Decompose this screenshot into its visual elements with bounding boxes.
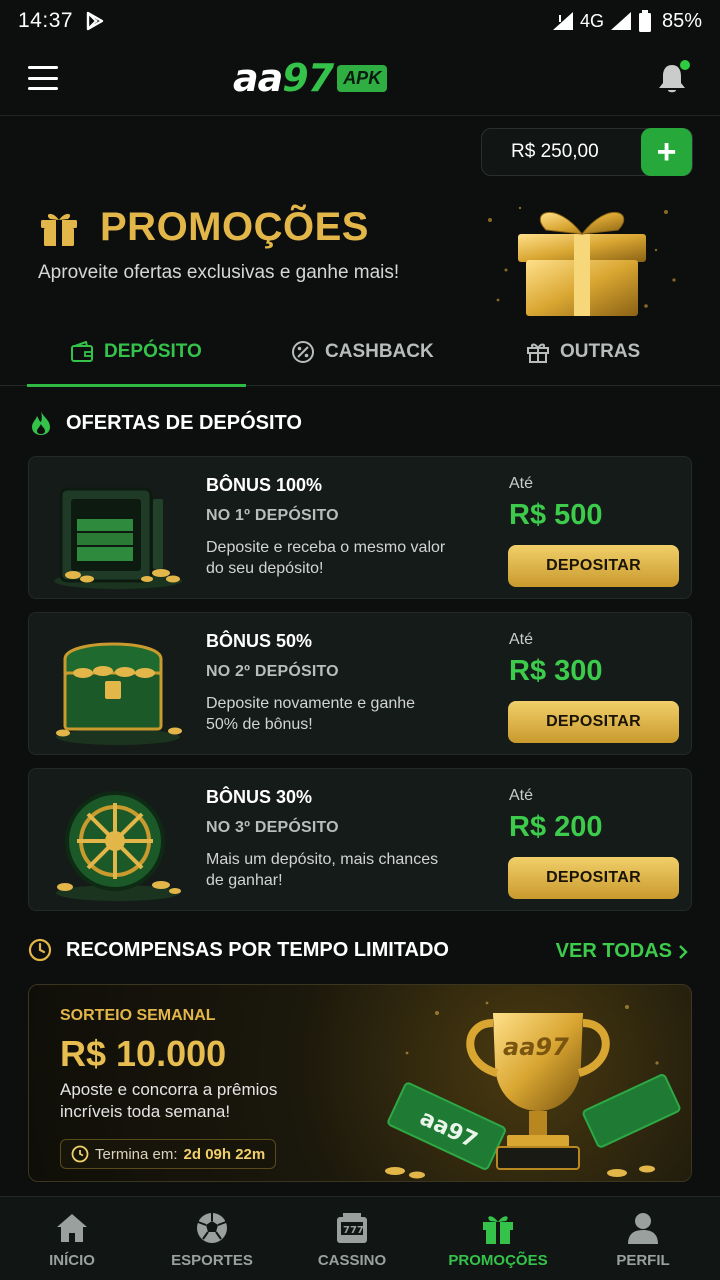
menu-button[interactable]	[28, 66, 58, 90]
tab-outras[interactable]: OUTRAS	[526, 318, 640, 386]
vault-wheel-image	[56, 791, 181, 901]
nav-label: PERFIL	[616, 1252, 670, 1269]
offer-upto-label: Até	[509, 631, 534, 648]
balance-amount: R$ 250,00	[511, 141, 599, 162]
menu-bar	[28, 66, 58, 69]
see-all-link[interactable]: VER TODAS	[556, 940, 688, 963]
nav-item-perfil[interactable]: PERFIL	[571, 1197, 715, 1280]
app-header: aa97 APK	[0, 42, 720, 116]
deposit-offers-heading: OFERTAS DE DEPÓSITO	[30, 410, 302, 436]
offer-title: BÔNUS 50%	[206, 631, 313, 651]
deposit-offer-card[interactable]: BÔNUS 100% NO 1º DEPÓSITO Deposite e rec…	[28, 456, 692, 599]
deposit-button[interactable]: DEPOSITAR	[508, 701, 679, 743]
logo-text-a: aa	[233, 56, 283, 100]
battery-icon	[638, 10, 651, 32]
safe-with-money-image	[54, 487, 182, 589]
weekly-draw-banner[interactable]: SORTEIO SEMANAL R$ 10.000 Aposte e conco…	[28, 984, 692, 1182]
page-title: PROMOÇÕES	[100, 205, 369, 249]
status-time: 14:37	[18, 9, 74, 32]
banner-label: SORTEIO SEMANAL	[60, 1007, 216, 1024]
signal-icon	[552, 12, 573, 30]
chevron-right-icon	[679, 944, 688, 959]
offer-description: Deposite novamente e ganhe 50% de bônus!	[206, 695, 416, 733]
home-icon	[57, 1214, 87, 1242]
tab-cashback[interactable]: CASHBACK	[291, 318, 434, 386]
trophy-text: aa97	[503, 1033, 569, 1061]
page-subtitle: Aproveite ofertas exclusivas e ganhe mai…	[38, 262, 400, 283]
notification-dot	[680, 60, 690, 70]
offer-subtitle: NO 3º DEPÓSITO	[206, 819, 339, 836]
offer-upto-label: Até	[509, 787, 534, 804]
status-right: 4G 85%	[552, 10, 702, 33]
status-bar: 14:37 4G 85%	[0, 0, 720, 42]
nav-label: INÍCIO	[49, 1252, 95, 1269]
logo-apk-badge: APK	[337, 64, 388, 92]
menu-bar	[28, 87, 58, 90]
gift-icon	[483, 1216, 513, 1244]
banner-amount: R$ 10.000	[60, 1033, 227, 1074]
gold-gift-box-image	[488, 206, 676, 316]
clock-icon	[28, 938, 52, 962]
wallet-icon	[71, 341, 93, 362]
active-tab-indicator	[27, 384, 246, 387]
user-icon	[628, 1213, 658, 1244]
offer-description: Mais um depósito, mais chances de ganhar…	[206, 851, 439, 889]
deposit-button[interactable]: DEPOSITAR	[508, 857, 679, 899]
signal-4g-icon	[610, 12, 631, 30]
gift-icon	[527, 343, 549, 363]
tab-label: DEPÓSITO	[104, 341, 202, 362]
balance-box[interactable]: R$ 250,00 +	[481, 128, 693, 176]
offer-description: Deposite e receba o mesmo valor do seu d…	[206, 539, 446, 577]
offer-subtitle: NO 2º DEPÓSITO	[206, 663, 339, 680]
offer-value: R$ 500	[509, 499, 603, 531]
logo-text-b: 97	[282, 56, 334, 100]
logo-text: aa97	[233, 56, 334, 100]
bottom-navigation: INÍCIO ESPORTES 777 CASSINO PROMOÇÕES PE…	[0, 1196, 720, 1280]
play-store-icon	[86, 11, 104, 31]
countdown-timer: Termina em: 2d 09h 22m	[60, 1139, 277, 1169]
treasure-chest-image	[56, 642, 182, 745]
percent-icon	[292, 341, 314, 363]
offer-value: R$ 200	[509, 811, 603, 843]
offer-title: BÔNUS 100%	[206, 475, 323, 495]
clock-icon	[71, 1145, 89, 1163]
tab-deposito[interactable]: DEPÓSITO	[70, 318, 202, 386]
nav-item-promocoes[interactable]: PROMOÇÕES	[426, 1197, 570, 1280]
nav-label: PROMOÇÕES	[448, 1252, 548, 1269]
menu-bar	[28, 76, 58, 80]
slot-machine-icon: 777	[337, 1213, 367, 1243]
nav-item-esportes[interactable]: ESPORTES	[140, 1197, 284, 1280]
deposit-offer-card[interactable]: BÔNUS 50% NO 2º DEPÓSITO Deposite novame…	[28, 612, 692, 755]
deposit-button[interactable]: DEPOSITAR	[508, 545, 679, 587]
section-title: OFERTAS DE DEPÓSITO	[66, 411, 302, 434]
timer-value: 2d 09h 22m	[183, 1145, 266, 1163]
nav-label: ESPORTES	[171, 1252, 253, 1269]
gift-icon	[41, 213, 77, 246]
nav-item-inicio[interactable]: INÍCIO	[0, 1197, 144, 1280]
offer-title: BÔNUS 30%	[206, 787, 313, 807]
section-title: RECOMPENSAS POR TEMPO LIMITADO	[66, 938, 449, 961]
offer-value: R$ 300	[509, 655, 603, 687]
network-type: 4G	[579, 10, 604, 31]
nav-item-cassino[interactable]: 777 CASSINO	[280, 1197, 424, 1280]
banner-description: Aposte e concorra a prêmios incríveis to…	[60, 1080, 278, 1121]
timer-label: Termina em:	[95, 1145, 178, 1163]
limited-rewards-heading: RECOMPENSAS POR TEMPO LIMITADO	[28, 938, 449, 962]
see-all-label: VER TODAS	[555, 940, 672, 962]
soccer-ball-icon	[197, 1213, 227, 1243]
svg-text:777: 777	[343, 1225, 364, 1236]
offer-subtitle: NO 1º DEPÓSITO	[206, 507, 339, 524]
offer-upto-label: Até	[509, 475, 534, 492]
flame-icon	[32, 411, 50, 435]
battery-percent: 85%	[661, 9, 702, 32]
logo[interactable]: aa97 APK	[233, 56, 388, 100]
nav-label: CASSINO	[317, 1252, 387, 1269]
promo-tabs: DEPÓSITO CASHBACK OUTRAS	[0, 318, 720, 387]
add-balance-button[interactable]: +	[641, 128, 692, 176]
deposit-offer-card[interactable]: BÔNUS 30% NO 3º DEPÓSITO Mais um depósit…	[28, 768, 692, 911]
tab-label: OUTRAS	[560, 341, 641, 362]
trophy-image: aa97 aa97	[385, 1001, 681, 1179]
tab-label: CASHBACK	[325, 341, 434, 362]
